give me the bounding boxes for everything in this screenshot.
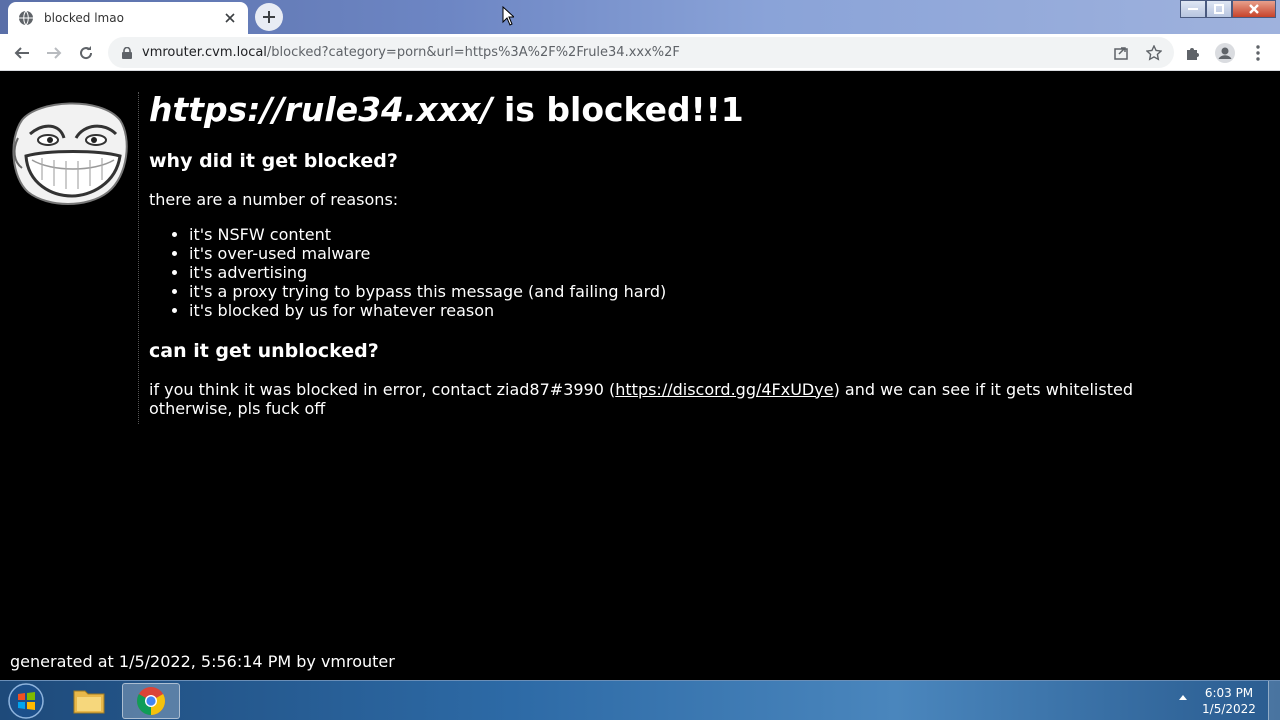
plus-icon bbox=[263, 11, 275, 23]
tray-expand-icon[interactable] bbox=[1178, 693, 1188, 701]
clock-time: 6:03 PM bbox=[1204, 686, 1254, 700]
back-button[interactable] bbox=[9, 40, 35, 66]
extensions-button[interactable] bbox=[1180, 40, 1206, 66]
mouse-cursor-icon bbox=[502, 6, 514, 26]
start-button[interactable] bbox=[6, 682, 46, 720]
list-item: it's advertising bbox=[189, 263, 1259, 282]
taskbar: 6:03 PM 1/5/2022 bbox=[0, 680, 1280, 720]
tab-title: blocked lmao bbox=[44, 11, 124, 25]
share-button[interactable] bbox=[1108, 40, 1134, 66]
generated-footer: generated at 1/5/2022, 5:56:14 PM by vmr… bbox=[10, 652, 395, 671]
troll-face-image bbox=[8, 98, 130, 206]
restore-icon bbox=[1214, 4, 1224, 14]
bookmark-button[interactable] bbox=[1141, 40, 1167, 66]
lock-icon bbox=[120, 46, 134, 60]
taskbar-explorer[interactable] bbox=[60, 683, 118, 719]
browser-titlebar: blocked lmao bbox=[0, 0, 1280, 34]
reasons-list: it's NSFW content it's over-used malware… bbox=[189, 225, 1259, 320]
url-host: vmrouter.cvm.local bbox=[142, 45, 267, 60]
close-icon bbox=[1249, 4, 1259, 14]
minimize-button[interactable] bbox=[1180, 0, 1206, 18]
profile-button[interactable] bbox=[1212, 40, 1238, 66]
new-tab-button[interactable] bbox=[255, 3, 283, 31]
block-message: https://rule34.xxx/ is blocked!!1 why di… bbox=[149, 90, 1259, 418]
avatar-icon bbox=[1215, 43, 1235, 63]
url-text: vmrouter.cvm.local/blocked?category=porn… bbox=[142, 45, 680, 60]
contact-line2: otherwise, pls fuck off bbox=[149, 398, 326, 418]
clock-date: 1/5/2022 bbox=[1202, 702, 1256, 716]
page-title: https://rule34.xxx/ is blocked!!1 bbox=[149, 90, 1259, 130]
globe-icon bbox=[18, 10, 34, 26]
reload-button[interactable] bbox=[73, 40, 99, 66]
page-content: https://rule34.xxx/ is blocked!!1 why di… bbox=[0, 72, 1280, 680]
close-window-button[interactable] bbox=[1232, 0, 1276, 18]
why-heading: why did it get blocked? bbox=[149, 149, 398, 172]
list-item: it's NSFW content bbox=[189, 225, 1259, 244]
reload-icon bbox=[80, 46, 93, 60]
restore-button[interactable] bbox=[1206, 0, 1232, 18]
contact-suffix: ) and we can see if it gets whitelisted bbox=[833, 379, 1133, 399]
folder-icon bbox=[73, 690, 105, 714]
arrow-right-icon bbox=[47, 47, 62, 59]
puzzle-icon bbox=[1187, 48, 1199, 60]
browser-toolbar: vmrouter.cvm.local/blocked?category=porn… bbox=[0, 34, 1280, 71]
address-bar[interactable]: vmrouter.cvm.local/blocked?category=porn… bbox=[108, 37, 1174, 68]
browser-tab[interactable]: blocked lmao bbox=[8, 2, 248, 34]
more-vertical-icon bbox=[1256, 45, 1260, 61]
window-controls bbox=[1180, 0, 1276, 18]
reasons-intro: there are a number of reasons: bbox=[149, 189, 399, 209]
list-item: it's blocked by us for whatever reason bbox=[189, 301, 1259, 320]
show-desktop-button[interactable] bbox=[1268, 681, 1280, 720]
contact-prefix: if you think it was blocked in error, co… bbox=[149, 379, 616, 399]
unblock-heading: can it get unblocked? bbox=[149, 339, 379, 362]
taskbar-chrome[interactable] bbox=[122, 683, 180, 719]
close-tab-icon[interactable] bbox=[222, 10, 238, 26]
windows-logo-icon bbox=[8, 683, 44, 719]
forward-button[interactable] bbox=[41, 40, 67, 66]
blocked-url: https://rule34.xxx/ bbox=[149, 90, 493, 129]
list-item: it's over-used malware bbox=[189, 244, 1259, 263]
chrome-icon bbox=[137, 687, 165, 715]
contact-text: if you think it was blocked in error, co… bbox=[149, 380, 1259, 418]
arrow-left-icon bbox=[14, 47, 29, 59]
minimize-icon bbox=[1188, 8, 1198, 10]
menu-button[interactable] bbox=[1245, 40, 1271, 66]
system-clock[interactable]: 6:03 PM 1/5/2022 bbox=[1196, 685, 1262, 717]
discord-link[interactable]: https://discord.gg/4FxUDye bbox=[615, 380, 833, 399]
star-icon bbox=[1146, 45, 1162, 61]
list-item: it's a proxy trying to bypass this messa… bbox=[189, 282, 1259, 301]
url-path: /blocked?category=porn&url=https%3A%2F%2… bbox=[266, 45, 680, 60]
blocked-suffix: is blocked!!1 bbox=[492, 90, 744, 129]
share-icon bbox=[1114, 47, 1128, 60]
divider bbox=[138, 92, 139, 424]
